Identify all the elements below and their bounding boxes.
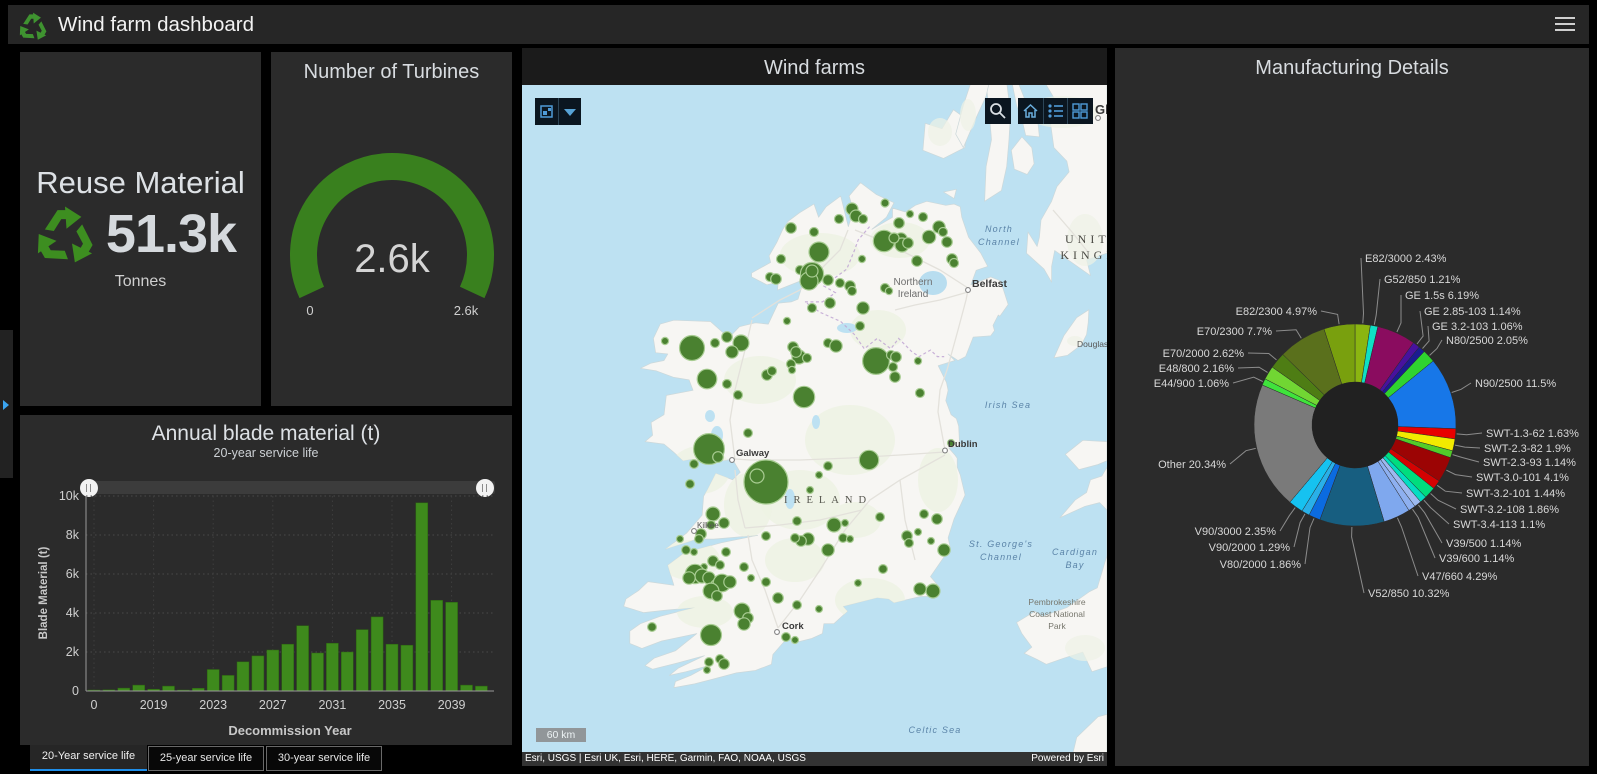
svg-text:Decommission Year: Decommission Year [228,723,351,738]
svg-text:10k: 10k [59,489,80,503]
svg-text:Other 20.34%: Other 20.34% [1158,459,1226,471]
svg-text:Pembrokeshire: Pembrokeshire [1028,597,1085,607]
svg-text:0: 0 [72,684,79,698]
svg-text:2.6k: 2.6k [454,303,479,318]
svg-text:2039: 2039 [438,698,466,712]
svg-text:E82/3000 2.43%: E82/3000 2.43% [1365,253,1447,265]
svg-text:V47/660 4.29%: V47/660 4.29% [1422,571,1497,583]
svg-text:N80/2500 2.05%: N80/2500 2.05% [1446,335,1528,347]
svg-text:6k: 6k [66,567,80,581]
svg-text:Galway: Galway [736,448,770,459]
svg-text:North: North [985,224,1013,234]
svg-text:0: 0 [91,698,98,712]
svg-text:SWT-3.0-101 4.1%: SWT-3.0-101 4.1% [1476,472,1569,484]
svg-text:Cardigan: Cardigan [1052,547,1098,557]
svg-text:V52/850 10.32%: V52/850 10.32% [1368,588,1450,600]
svg-text:Gl: Gl [1095,102,1107,117]
svg-text:E82/2300 4.97%: E82/2300 4.97% [1236,306,1318,318]
svg-text:Cork: Cork [782,621,804,632]
svg-text:4k: 4k [66,606,80,620]
svg-text:8k: 8k [66,528,80,542]
svg-text:Channel: Channel [980,552,1022,562]
svg-text:2k: 2k [66,645,80,659]
svg-text:2023: 2023 [199,698,227,712]
svg-text:Park: Park [1048,621,1066,631]
svg-text:Douglas: Douglas [1077,339,1107,349]
svg-text:SWT-3.2-101 1.44%: SWT-3.2-101 1.44% [1466,488,1565,500]
svg-text:V90/2000 1.29%: V90/2000 1.29% [1209,542,1291,554]
svg-text:Annual blade material (t): Annual blade material (t) [152,422,381,445]
svg-text:Irish Sea: Irish Sea [985,400,1031,410]
svg-text:N90/2500 11.5%: N90/2500 11.5% [1475,378,1556,390]
svg-text:E44/900 1.06%: E44/900 1.06% [1154,378,1229,390]
svg-text:St. George's: St. George's [969,539,1033,549]
svg-text:SWT-3.4-113 1.1%: SWT-3.4-113 1.1% [1453,519,1545,531]
svg-text:V39/600 1.14%: V39/600 1.14% [1439,553,1514,565]
svg-text:UNITE: UNITE [1065,232,1107,246]
svg-text:E70/2000 2.62%: E70/2000 2.62% [1163,348,1245,360]
svg-text:Celtic Sea: Celtic Sea [908,725,961,735]
svg-text:V39/500 1.14%: V39/500 1.14% [1446,538,1521,550]
svg-text:Blade Material (t): Blade Material (t) [38,547,50,640]
svg-text:E48/800 2.16%: E48/800 2.16% [1159,363,1234,375]
svg-text:Ireland: Ireland [898,289,929,300]
svg-text:SWT-3.2-108 1.86%: SWT-3.2-108 1.86% [1460,504,1559,516]
svg-text:Dublin: Dublin [948,439,978,450]
svg-text:V80/2000 1.86%: V80/2000 1.86% [1220,559,1302,571]
svg-text:2031: 2031 [318,698,346,712]
svg-text:IRELAND: IRELAND [784,495,872,506]
svg-text:Kilkee: Kilkee [697,521,719,530]
svg-text:E70/2300 7.7%: E70/2300 7.7% [1197,326,1272,338]
svg-text:G52/850 1.21%: G52/850 1.21% [1384,274,1461,286]
svg-text:SWT-2.3-93 1.14%: SWT-2.3-93 1.14% [1483,457,1576,469]
svg-text:KINGDO: KINGDO [1060,248,1107,262]
svg-text:Northern: Northern [894,277,933,288]
svg-text:SWT-1.3-62 1.63%: SWT-1.3-62 1.63% [1486,428,1579,440]
svg-text:2035: 2035 [378,698,406,712]
svg-text:Belfast: Belfast [972,278,1008,290]
svg-text:SWT-2.3-82 1.9%: SWT-2.3-82 1.9% [1484,443,1571,455]
svg-text:V90/3000 2.35%: V90/3000 2.35% [1195,526,1277,538]
svg-text:2027: 2027 [259,698,287,712]
svg-text:2019: 2019 [140,698,168,712]
svg-text:Channel: Channel [978,237,1020,247]
svg-text:20-year service life: 20-year service life [214,446,319,460]
svg-text:GE 3.2-103 1.06%: GE 3.2-103 1.06% [1432,321,1523,333]
svg-text:GE 2.85-103 1.14%: GE 2.85-103 1.14% [1424,306,1521,318]
svg-text:2.6k: 2.6k [354,237,431,281]
svg-text:GE 1.5s 6.19%: GE 1.5s 6.19% [1405,290,1479,302]
svg-text:Coast National: Coast National [1029,609,1085,619]
svg-text:0: 0 [306,303,313,318]
svg-text:Bay: Bay [1065,560,1084,570]
